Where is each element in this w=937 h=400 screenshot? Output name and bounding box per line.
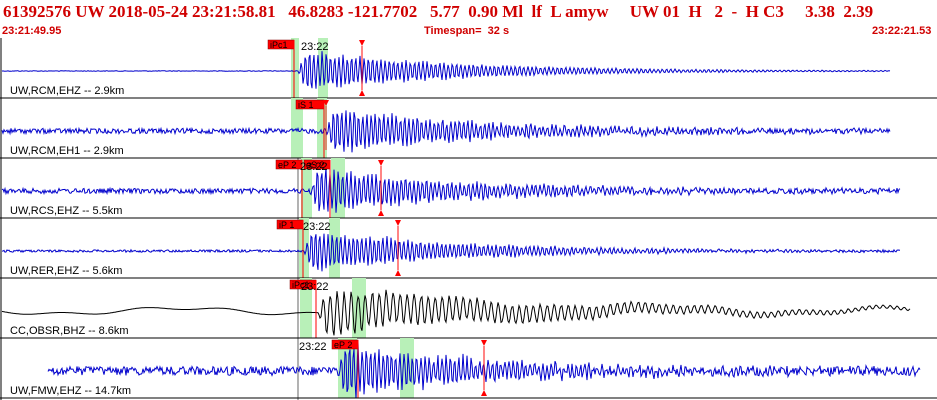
trace-panel[interactable]: iPc1 23:22 UW,RCM,EHZ -- 2.9km bbox=[0, 38, 937, 99]
phase-pick-label: iS 1 bbox=[298, 100, 314, 110]
station-label: CC,OBSR,BHZ -- 8.6km bbox=[10, 325, 129, 337]
trace-panel[interactable]: iS 1 UW,RCM,EH1 -- 2.9km bbox=[0, 98, 937, 159]
amplitude-marker bbox=[481, 340, 487, 346]
station-label: UW,RER,EHZ -- 5.6km bbox=[10, 265, 122, 277]
end-time-label: 23:22:21.53 bbox=[872, 25, 932, 37]
timespan-label: Timespan= 32 s bbox=[424, 25, 510, 37]
seismogram-trace bbox=[1, 289, 911, 336]
amplitude-marker bbox=[359, 40, 365, 46]
start-time-label: 23:21:49.95 bbox=[2, 25, 62, 37]
event-header: 61392576 UW 2018-05-24 23:21:58.81 46.82… bbox=[0, 0, 937, 38]
station-label: UW,RCM,EH1 -- 2.9km bbox=[10, 145, 124, 157]
station-label: UW,RCM,EHZ -- 2.9km bbox=[10, 85, 124, 97]
phase-pick-label: iP 1 bbox=[279, 220, 294, 230]
station-label: UW,FMW,EHZ -- 14.7km bbox=[10, 385, 131, 397]
waveform-panels[interactable]: iPc1 23:22 UW,RCM,EHZ -- 2.9km iS 1 UW,RCM,E… bbox=[0, 38, 937, 400]
event-summary-line: 61392576 UW 2018-05-24 23:21:58.81 46.82… bbox=[3, 2, 874, 21]
seismogram-trace bbox=[1, 167, 901, 213]
amplitude-marker bbox=[395, 220, 401, 226]
time-mark: 23:22 bbox=[301, 41, 329, 53]
station-label: UW,RCS,EHZ -- 5.5km bbox=[10, 205, 122, 217]
phase-pick-label: eP 2 bbox=[278, 160, 296, 170]
amplitude-marker bbox=[378, 210, 384, 216]
trace-panel[interactable]: iP 1 23:22 UW,RER,EHZ -- 5.6km bbox=[0, 218, 937, 279]
seismogram-trace bbox=[1, 51, 891, 89]
seismogram-trace bbox=[1, 233, 901, 272]
time-mark: 23:22 bbox=[299, 341, 327, 353]
amplitude-marker bbox=[395, 270, 401, 276]
amplitude-marker bbox=[481, 390, 487, 396]
phase-pick-label: iPc1 bbox=[270, 40, 288, 50]
seismogram-trace bbox=[1, 110, 891, 153]
trace-panel[interactable]: eP 2 eS 223:22UW,RCS,EHZ -- 5.5km bbox=[0, 158, 937, 219]
time-mark: 23:22 bbox=[300, 161, 328, 173]
waveform-canvas[interactable]: iPc1 23:22 UW,RCM,EHZ -- 2.9km iS 1 UW,RCM,E… bbox=[0, 38, 937, 400]
time-mark: 23:22 bbox=[303, 221, 331, 233]
phase-pick-label: eP 2 bbox=[334, 340, 352, 350]
trace-panel[interactable]: eP 2 23:22 UW,FMW,EHZ -- 14.7km bbox=[0, 338, 937, 399]
trace-panel[interactable]: iPc123:22CC,OBSR,BHZ -- 8.6km bbox=[0, 278, 937, 339]
amplitude-marker bbox=[359, 90, 365, 96]
amplitude-marker bbox=[378, 160, 384, 166]
time-mark: 23:22 bbox=[301, 281, 329, 293]
pick-window bbox=[329, 218, 340, 278]
